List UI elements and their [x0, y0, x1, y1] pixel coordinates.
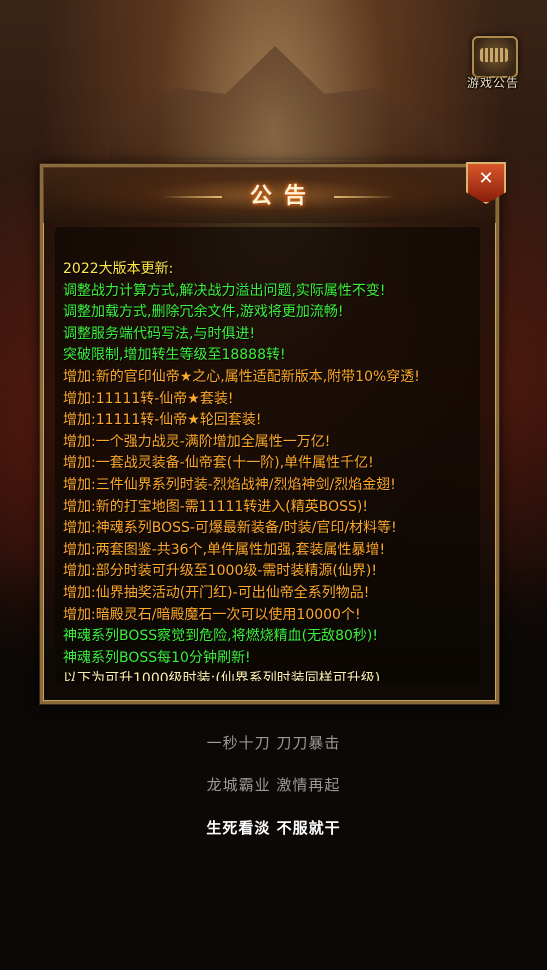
- announcement-line: 增加:新的打宝地图-需11111转进入(精英BOSS)!: [63, 498, 368, 515]
- panel-header: 公告: [43, 167, 496, 223]
- slogan-1: 一秒十刀 刀刀暴击: [206, 734, 341, 752]
- announcement-line: 2022大版本更新:: [63, 261, 174, 277]
- announcement-line: 增加:11111转-仙帝★套装!: [63, 390, 234, 407]
- announcement-line: 神魂系列BOSS每10分钟刷新!: [63, 649, 251, 666]
- announcement-line: 增加:三件仙界系列时装-烈焰战神/烈焰神剑/烈焰金翅!: [63, 476, 396, 493]
- announcement-line: 调整服务端代码写法,与时俱进!: [63, 325, 256, 342]
- slogan-2: 龙城霸业 激情再起: [206, 776, 341, 794]
- announcement-line: 增加:暗殿灵石/暗殿魔石一次可以使用10000个!: [63, 606, 361, 623]
- announcement-line: 调整战力计算方式,解决战力溢出问题,实际属性不变!: [63, 282, 386, 299]
- panel-title: 公告: [249, 184, 318, 209]
- announcement-line: 增加:神魂系列BOSS-可爆最新装备/时装/官印/材料等!: [63, 520, 397, 537]
- announcement-line: 增加:11111转-仙帝★轮回套装!: [63, 412, 262, 429]
- announcement-line: 增加:一个强力战灵-满阶增加全属性一万亿!: [63, 433, 331, 450]
- announcement-line: 调整加载方式,删除冗余文件,游戏将更加流畅!: [63, 304, 344, 321]
- announcement-line: 以下为可升1000级时装:(仙界系列时装同样可升级): [63, 671, 381, 682]
- announcement-panel: 公告 ✕ 2022大版本更新: 调整战力计算方式,解决战力溢出问题,实际属性不变!…: [40, 162, 506, 704]
- title-plate: 公告: [162, 180, 328, 214]
- announcement-line: 突破限制,增加转生等级至18888转!: [63, 347, 286, 364]
- announcement-line: 神魂系列BOSS察觉到危险,将燃烧精血(无敌80秒)!: [63, 628, 378, 645]
- scroll-icon: [472, 36, 518, 78]
- announcement-line: 增加:仙界抽奖活动(开门红)-可出仙帝全系列物品!: [63, 584, 370, 601]
- announcement-lines: 2022大版本更新: 调整战力计算方式,解决战力溢出问题,实际属性不变! 调整加载方…: [63, 259, 480, 681]
- game-notice-caption: 游戏公告: [466, 76, 519, 90]
- announcement-line: 增加:新的官印仙帝★之心,属性适配新版本,附带10%穿透!: [63, 368, 420, 385]
- slogan-3: 生死看淡 不服就干: [206, 819, 341, 837]
- announcement-line: 增加:一套战灵装备-仙帝套(十一阶),单件属性千亿!: [63, 455, 374, 472]
- palace-silhouette: [110, 46, 440, 160]
- announcement-line: 增加:两套图鉴-共36个,单件属性加强,套装属性暴增!: [63, 541, 386, 558]
- game-notice-button[interactable]: 游戏公告: [462, 36, 524, 94]
- announcement-line: 增加:部分时装可升级至1000级-需时装精源(仙界)!: [63, 563, 377, 580]
- announcement-body[interactable]: 2022大版本更新: 调整战力计算方式,解决战力溢出问题,实际属性不变! 调整加载方…: [55, 227, 480, 683]
